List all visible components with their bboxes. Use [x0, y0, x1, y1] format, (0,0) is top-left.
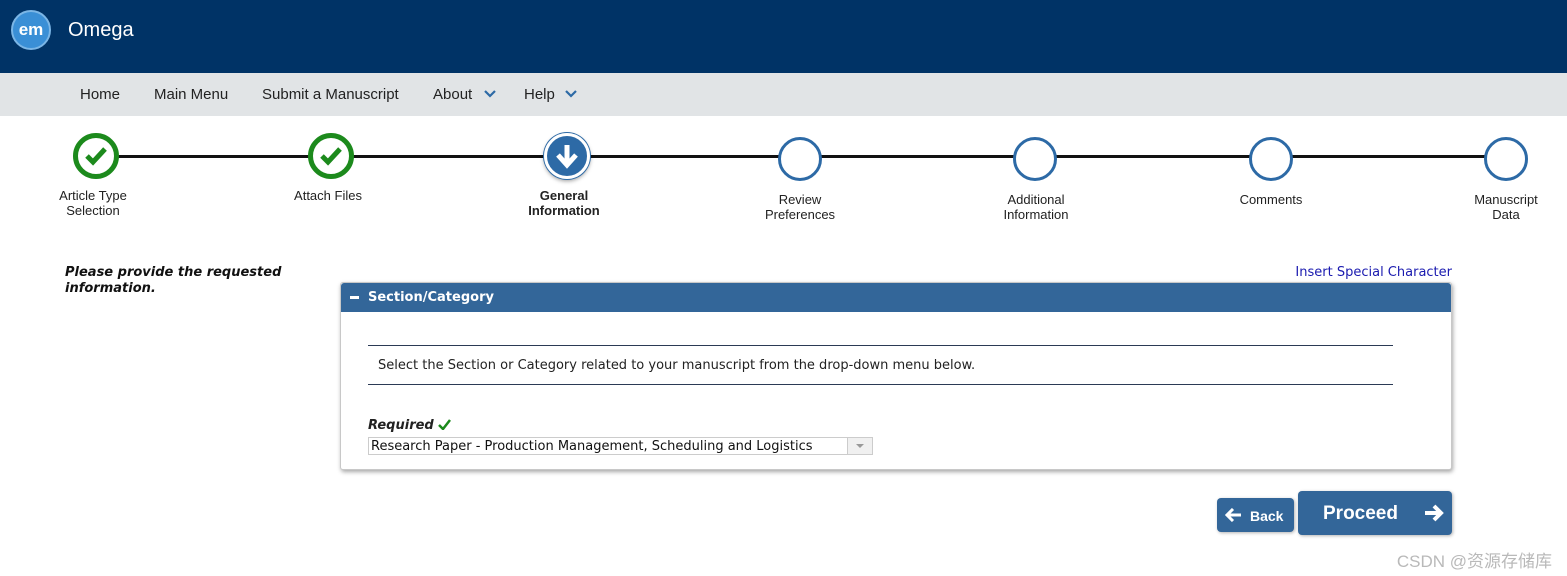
about-chevron-down-icon[interactable]	[483, 87, 497, 101]
main-nav: Home Main Menu Submit a Manuscript About…	[0, 73, 1567, 116]
step-label-review-preferences: Review Preferences	[764, 192, 836, 222]
check-icon	[85, 147, 107, 166]
step-review-preferences	[778, 137, 822, 181]
proceed-button[interactable]: Proceed	[1298, 491, 1452, 535]
back-button[interactable]: Back	[1217, 498, 1294, 532]
arrow-down-icon	[556, 145, 578, 169]
step-label-attach-files: Attach Files	[294, 188, 362, 203]
step-additional-info	[1013, 137, 1057, 181]
section-category-select[interactable]: Research Paper - Production Management, …	[368, 437, 873, 455]
required-label: Required	[368, 418, 434, 433]
page-instructions: Please provide the requested information…	[65, 265, 282, 296]
nav-home[interactable]: Home	[80, 86, 120, 103]
arrow-right-icon	[1425, 504, 1444, 522]
panel-title: Section/Category	[368, 290, 494, 305]
panel-header[interactable]: Section/Category	[341, 283, 1451, 312]
step-manuscript-data	[1484, 137, 1528, 181]
nav-submit-manuscript[interactable]: Submit a Manuscript	[262, 86, 399, 103]
help-chevron-down-icon[interactable]	[564, 87, 578, 101]
arrow-left-icon	[1225, 508, 1241, 522]
app-header: em Omega	[0, 0, 1567, 73]
nav-about[interactable]: About	[433, 86, 472, 103]
dropdown-arrow-icon[interactable]	[847, 438, 872, 454]
insert-special-character-link[interactable]: Insert Special Character	[1295, 265, 1452, 280]
proceed-button-label: Proceed	[1323, 503, 1398, 524]
back-button-label: Back	[1250, 508, 1284, 524]
watermark: CSDN @资源存储库	[1396, 552, 1552, 571]
app-logo[interactable]: em	[11, 10, 51, 50]
divider	[368, 345, 1393, 346]
step-general-info-current[interactable]	[544, 133, 590, 179]
required-check-icon	[438, 419, 451, 430]
nav-main-menu[interactable]: Main Menu	[154, 86, 228, 103]
divider	[368, 384, 1393, 385]
step-attach-files-done[interactable]	[308, 133, 354, 179]
step-article-type-done[interactable]	[73, 133, 119, 179]
panel-help-text: Select the Section or Category related t…	[378, 358, 976, 373]
step-label-additional-info: Additional Information	[1003, 192, 1069, 222]
section-category-panel: Section/Category Select the Section or C…	[340, 282, 1452, 470]
step-label-article-type: Article Type Selection	[59, 188, 127, 218]
check-icon	[320, 147, 342, 166]
collapse-minus-icon[interactable]	[350, 296, 359, 299]
step-label-comments: Comments	[1239, 192, 1303, 207]
app-name: Omega	[68, 19, 134, 41]
step-label-manuscript-data: Manuscript Data	[1474, 192, 1538, 222]
selected-section-value: Research Paper - Production Management, …	[371, 439, 813, 454]
nav-help[interactable]: Help	[524, 86, 555, 103]
step-comments	[1249, 137, 1293, 181]
step-label-general-info: General Information	[528, 188, 600, 218]
